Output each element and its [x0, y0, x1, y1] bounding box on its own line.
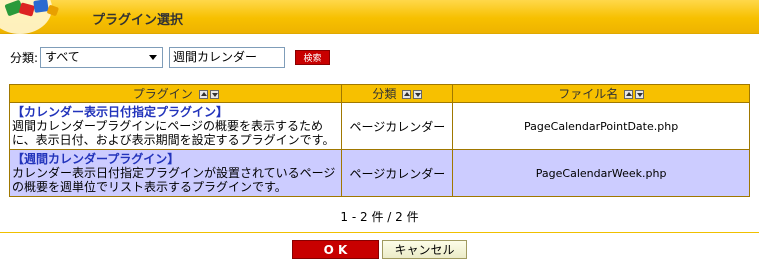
category-select-value: すべて [45, 49, 80, 64]
table-header-row: プラグイン 分類 ファイル名 [8, 84, 750, 103]
search-input[interactable]: 週間カレンダー [169, 46, 286, 68]
sort-ascending-icon[interactable] [198, 90, 208, 99]
page-title: プラグイン選択 [92, 13, 184, 28]
table-row[interactable]: 【カレンダー表示日付指定プラグイン】 週間カレンダープラグインにページの概要を表… [8, 102, 750, 150]
logo-icon [0, 0, 76, 34]
file-cell: PageCalendarWeek.php [452, 149, 750, 197]
column-header-label: 分類 [372, 87, 397, 101]
column-header-label: ファイル名 [558, 87, 619, 101]
category-cell: ページカレンダー [341, 149, 454, 197]
plugin-cell: 【カレンダー表示日付指定プラグイン】 週間カレンダープラグインにページの概要を表… [8, 102, 343, 150]
cancel-button[interactable]: キャンセル [382, 240, 467, 259]
table-row[interactable]: 【週間カレンダープラグイン】 カレンダー表示日付指定プラグインが設置されているペ… [8, 149, 750, 197]
sort-descending-icon[interactable] [209, 90, 219, 99]
column-header-plugin: プラグイン [8, 84, 343, 103]
column-header-label: プラグイン [132, 87, 193, 101]
plugin-table: プラグイン 分類 ファイル名 【カレンダー表示日付指定プラグイン】 週間カレンダ… [8, 84, 750, 197]
ok-button[interactable]: O K [292, 240, 379, 259]
category-cell: ページカレンダー [341, 102, 454, 150]
chevron-down-icon[interactable] [145, 49, 161, 65]
filter-bar: 分類: すべて 週間カレンダー 検索 [10, 46, 331, 68]
column-header-file: ファイル名 [452, 84, 750, 103]
header-bar: プラグイン選択 [0, 0, 759, 34]
plugin-description: 週間カレンダープラグインにページの概要を表示するために、表示日付、および表示期間… [12, 119, 335, 147]
plugin-description: カレンダー表示日付指定プラグインが設置されているページの概要を週単位でリスト表示… [12, 166, 336, 194]
footer-divider [0, 232, 759, 233]
column-header-category: 分類 [341, 84, 454, 103]
search-button[interactable]: 検索 [295, 49, 331, 65]
plugin-cell: 【週間カレンダープラグイン】 カレンダー表示日付指定プラグインが設置されているペ… [8, 149, 343, 197]
sort-ascending-icon[interactable] [402, 90, 412, 99]
file-cell: PageCalendarPointDate.php [452, 102, 750, 150]
plugin-name-link[interactable]: 【週間カレンダープラグイン】 [12, 152, 339, 166]
sort-ascending-icon[interactable] [624, 90, 634, 99]
sort-descending-icon[interactable] [413, 90, 423, 99]
pagination-info: 1 - 2 件 / 2 件 [340, 210, 419, 224]
sort-descending-icon[interactable] [635, 90, 645, 99]
category-label: 分類: [10, 50, 39, 65]
plugin-name-link[interactable]: 【カレンダー表示日付指定プラグイン】 [12, 105, 339, 119]
category-select[interactable]: すべて [40, 46, 164, 68]
